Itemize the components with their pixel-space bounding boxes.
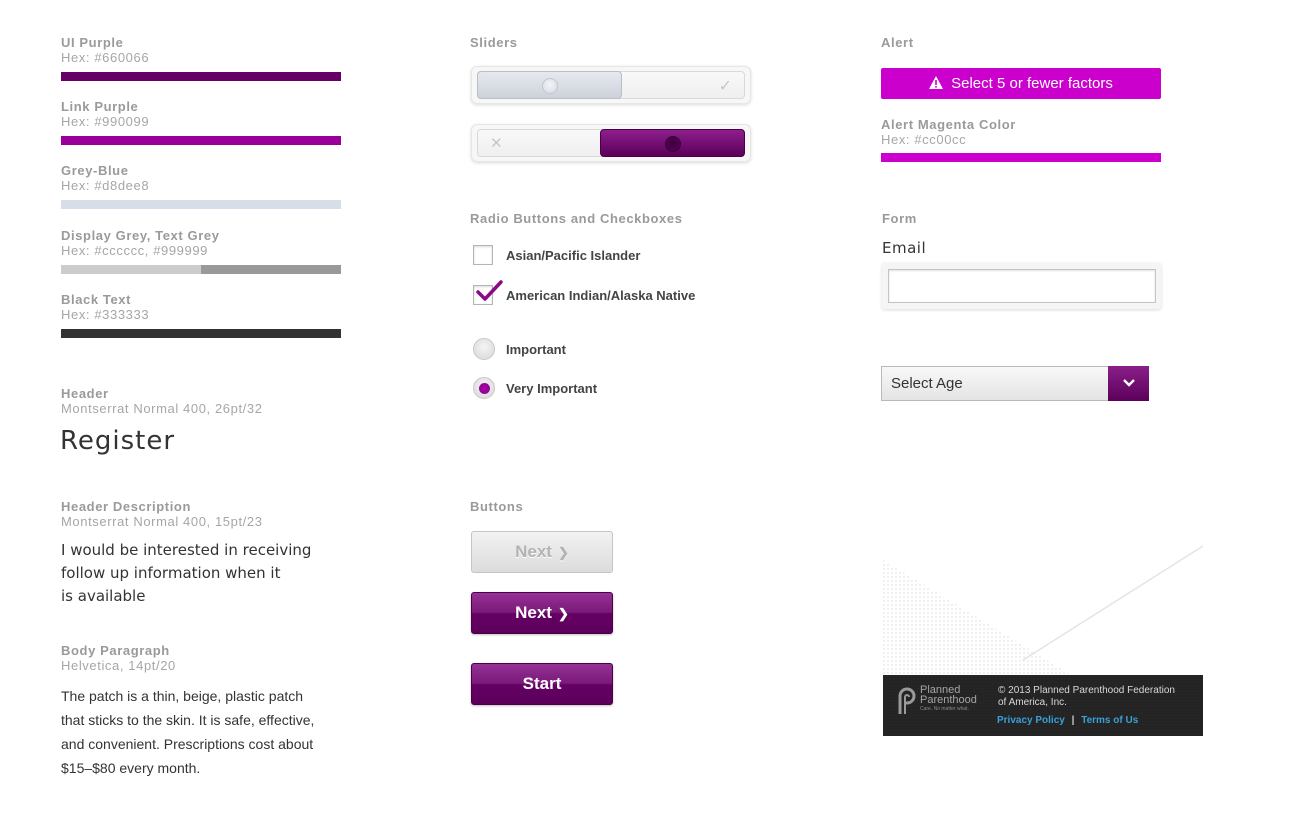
text-line: follow up information when it [61,564,281,582]
chevron-right-icon: ❯ [557,606,569,621]
body-paragraph-sample: The patch is a thin, beige, plastic patc… [61,684,314,780]
swatch-name: Link Purple [61,99,139,114]
copyright-line: © 2013 Planned Parenthood Federation [998,685,1175,696]
swatch-bar [61,136,341,145]
knob-dot [665,136,681,152]
button-label: Next [515,542,552,561]
header-description-label: Header Description [61,499,192,514]
radio-label: Very Important [506,381,598,396]
swatch-name: Grey-Blue [61,163,129,178]
header-description-sample: I would be interested in receiving follo… [61,539,311,608]
swatch-bar [61,72,341,81]
swatch-hex: Hex: #990099 [61,114,150,129]
text-line: The patch is a thin, beige, plastic patc… [61,688,304,704]
checkbox-label: American Indian/Alaska Native [506,288,696,303]
alert-banner: Select 5 or fewer factors [881,68,1161,99]
alert-section-label: Alert [881,35,914,50]
slider-track: ✕ [477,129,745,157]
swatch-name: Display Grey, Text Grey [61,228,220,243]
swatch-hex: Hex: #660066 [61,50,150,65]
checkbox[interactable] [473,245,493,265]
header-spec: Montserrat Normal 400, 26pt/32 [61,401,263,416]
swatch-name: Black Text [61,292,132,307]
radio-button[interactable] [473,338,495,360]
body-paragraph-label: Body Paragraph [61,643,170,658]
checkbox[interactable] [473,280,503,305]
header-description-spec: Montserrat Normal 400, 15pt/23 [61,514,263,529]
warning-icon [929,76,944,89]
text-line: I would be interested in receiving [61,541,312,559]
logo-line: Parenthood [920,694,977,706]
email-label: Email [882,239,927,257]
form-section-label: Form [882,211,917,226]
radio-button[interactable] [473,377,495,399]
buttons-label: Buttons [470,499,524,514]
next-button[interactable]: Next ❯ [471,592,613,634]
swatch-bar-display-grey [61,265,201,274]
alert-color-hex: Hex: #cc00cc [881,132,967,147]
radio-label: Important [506,342,566,357]
email-field-wrapper [882,263,1161,309]
alert-message: Select 5 or fewer factors [951,75,1113,92]
chevron-down-icon[interactable] [1108,366,1149,401]
alert-color-swatch [881,153,1161,162]
age-select[interactable]: Select Age [881,366,1149,401]
toggle-slider-off[interactable]: ✓ [471,66,751,104]
planned-parenthood-logo-icon [898,687,916,714]
button-label: Next [515,603,552,622]
toggle-slider-on[interactable]: ✕ [471,124,751,162]
copyright-line: of America, Inc. [998,697,1067,708]
logo-tagline: Care. No matter what. [920,706,969,712]
site-footer: Planned Parenthood Care. No matter what.… [883,675,1203,736]
radio-checkbox-label: Radio Buttons and Checkboxes [470,211,683,226]
swatch-bar-text-grey [201,265,341,274]
privacy-policy-link[interactable]: Privacy Policy [997,715,1065,726]
swatch-name: UI Purple [61,35,124,50]
chevron-right-icon: ❯ [557,545,569,560]
body-paragraph-spec: Helvetica, 14pt/20 [61,658,176,673]
swatch-hex: Hex: #d8dee8 [61,178,150,193]
swatch-bar [61,200,341,209]
slider-knob[interactable] [477,71,622,99]
text-line: and convenient. Prescriptions cost about [61,736,314,752]
alert-color-label: Alert Magenta Color [881,117,1016,132]
header-sample: Register [60,426,176,456]
swatch-hex: Hex: #333333 [61,307,150,322]
email-field[interactable] [888,269,1156,303]
next-button-disabled[interactable]: Next ❯ [471,531,613,573]
radio-dot [479,383,490,394]
footer-links: Privacy Policy | Terms of Us [997,715,1138,726]
check-icon: ✓ [718,78,732,95]
checkmark-icon [476,280,503,301]
text-line: $15–$80 every month. [61,760,201,776]
text-line: is available [61,587,146,605]
swatch-hex: Hex: #cccccc, #999999 [61,243,209,258]
select-value: Select Age [891,375,963,392]
start-button[interactable]: Start [471,663,613,705]
text-line: that sticks to the skin. It is safe, eff… [61,712,315,728]
footer-copyright: © 2013 Planned Parenthood Federation of … [998,685,1175,709]
sliders-label: Sliders [470,35,518,50]
x-icon: ✕ [490,135,503,152]
swatch-bar [61,329,341,338]
checkbox-label: Asian/Pacific Islander [506,248,641,263]
slider-track: ✓ [477,71,745,99]
background-pattern [883,545,1203,676]
knob-dot [542,78,558,94]
link-separator: | [1071,715,1075,726]
button-label: Start [522,674,562,693]
terms-link[interactable]: Terms of Us [1081,715,1138,726]
slider-knob[interactable] [600,129,745,157]
header-spec-label: Header [61,386,109,401]
footer-logo-text: Planned Parenthood Care. No matter what. [920,685,977,713]
